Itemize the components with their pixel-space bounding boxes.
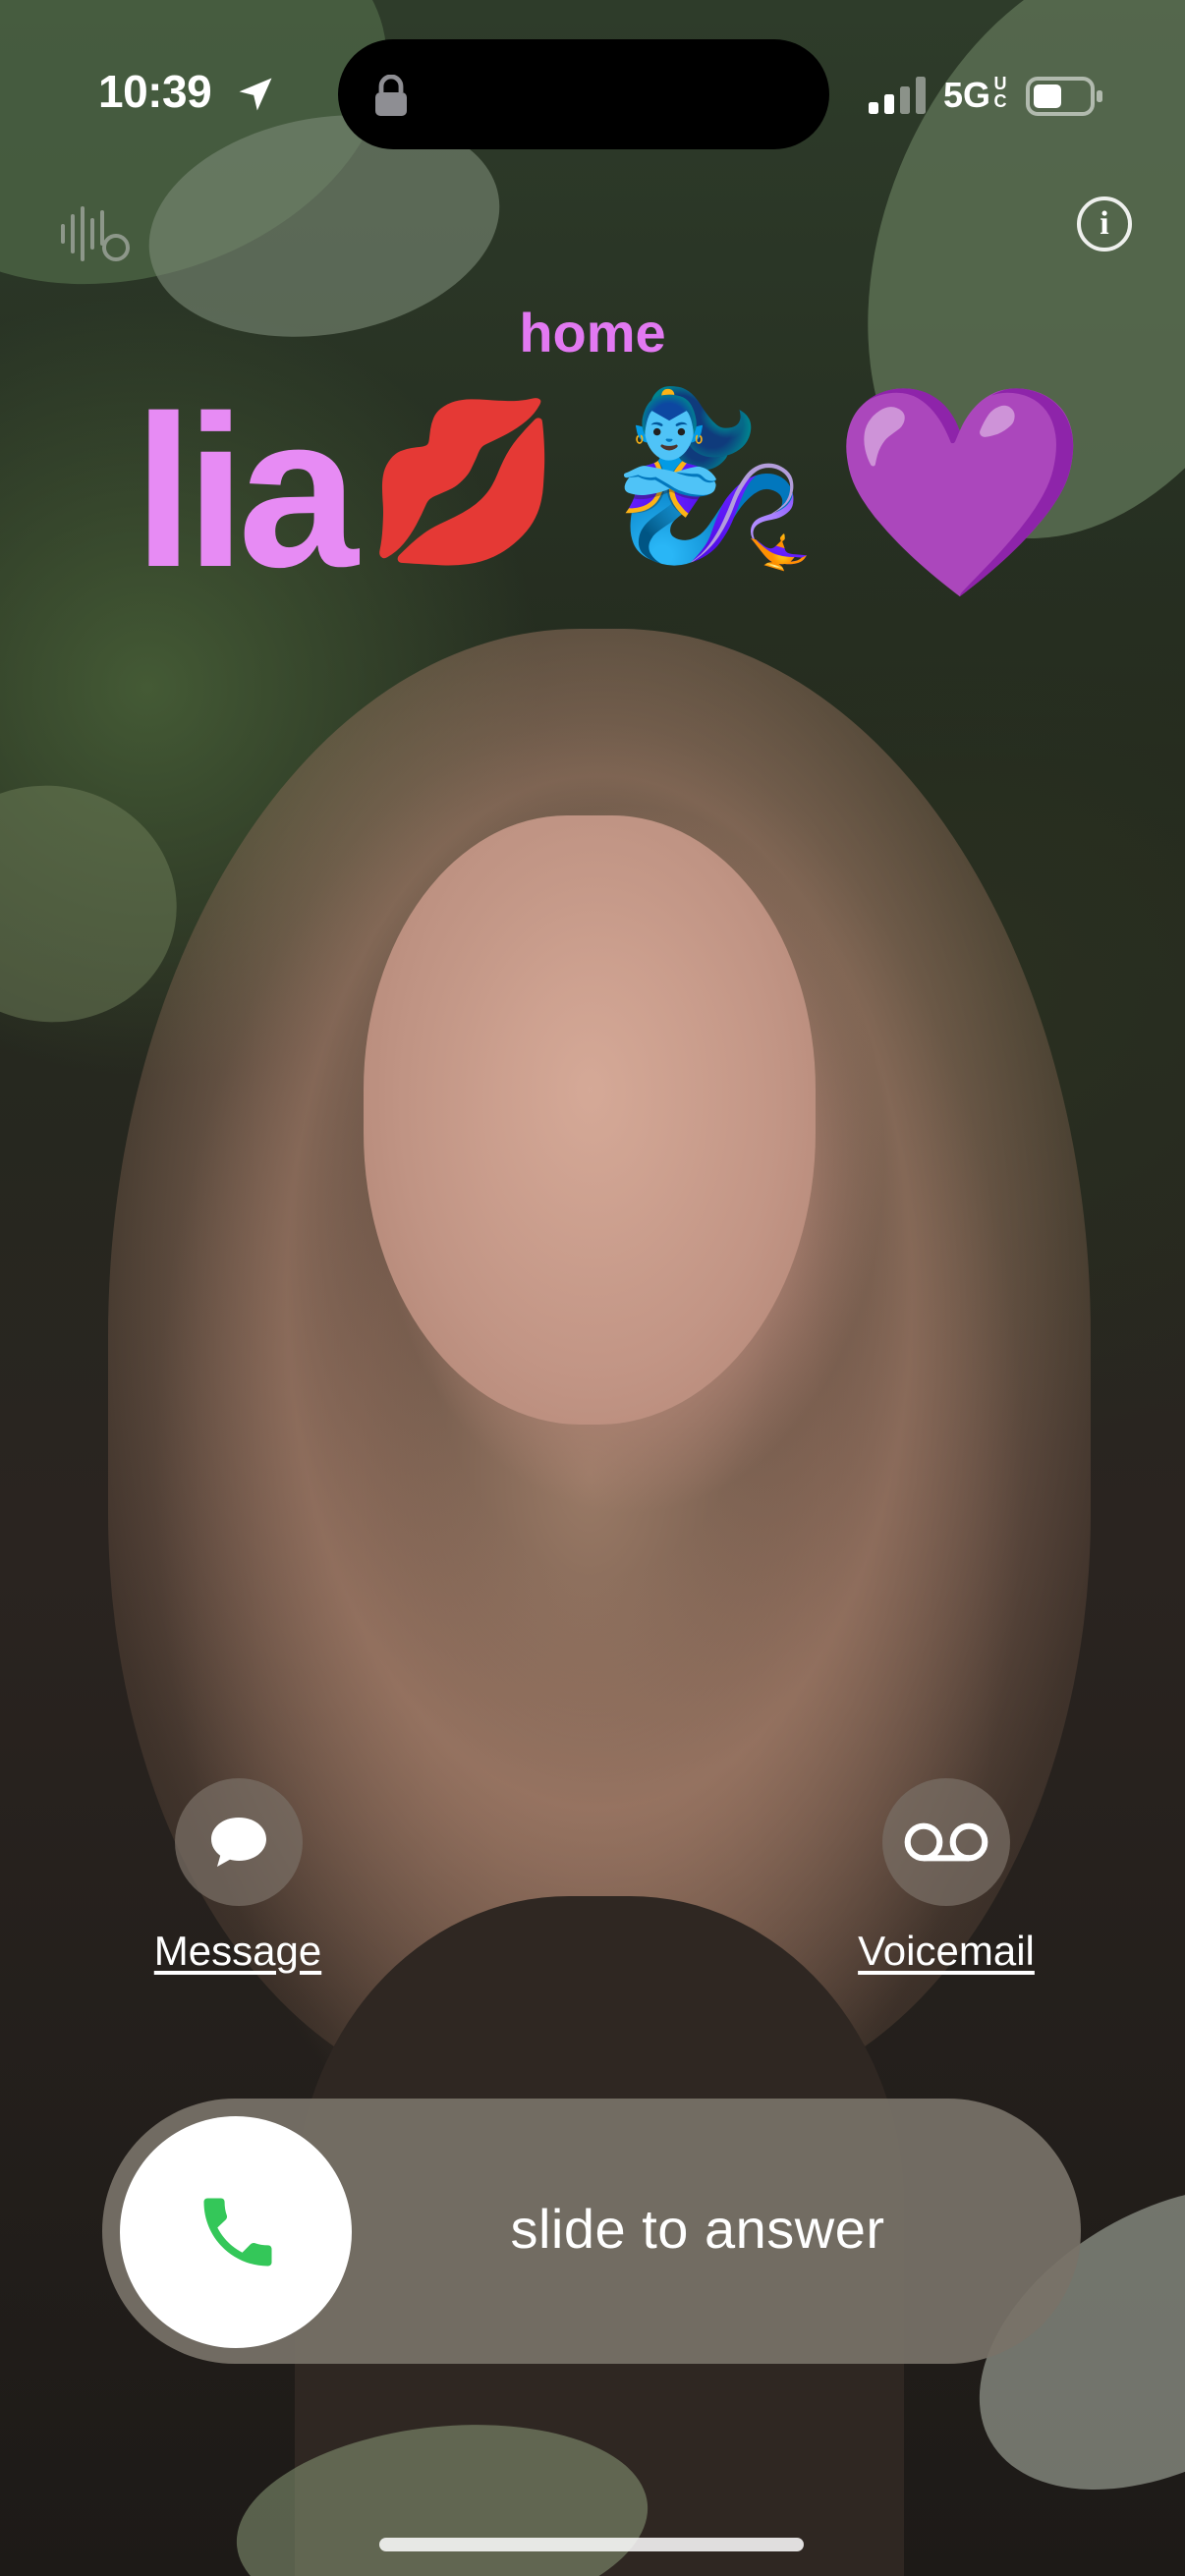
location-arrow-icon	[239, 78, 272, 111]
dynamic-island	[338, 39, 829, 149]
network-type: 5G	[943, 75, 991, 115]
network-badge: UC	[993, 74, 1007, 111]
caller-label: home	[519, 302, 666, 364]
slide-to-answer-text: slide to answer	[510, 2198, 885, 2260]
status-time: 10:39	[98, 66, 212, 117]
lock-icon	[375, 75, 407, 116]
message-button[interactable]	[175, 1778, 303, 1906]
photo-face	[364, 815, 816, 1425]
home-indicator[interactable]	[379, 2538, 804, 2551]
kiss-mark-emoji: 💋	[366, 389, 562, 573]
audio-waveform-icon	[61, 206, 130, 261]
genie-emoji: 🧞‍♀️	[609, 381, 818, 576]
voicemail-icon	[904, 1822, 988, 1862]
message-label[interactable]: Message	[90, 1928, 385, 1975]
voicemail-label[interactable]: Voicemail	[799, 1928, 1094, 1975]
phone-icon	[203, 2198, 272, 2267]
cellular-signal-icon	[869, 77, 926, 114]
purple-heart-emoji: 💜	[831, 371, 1089, 612]
info-button[interactable]: i	[1077, 196, 1132, 252]
battery-icon	[1026, 77, 1102, 116]
voicemail-button[interactable]	[882, 1778, 1010, 1906]
message-bubble-icon	[211, 1818, 266, 1867]
